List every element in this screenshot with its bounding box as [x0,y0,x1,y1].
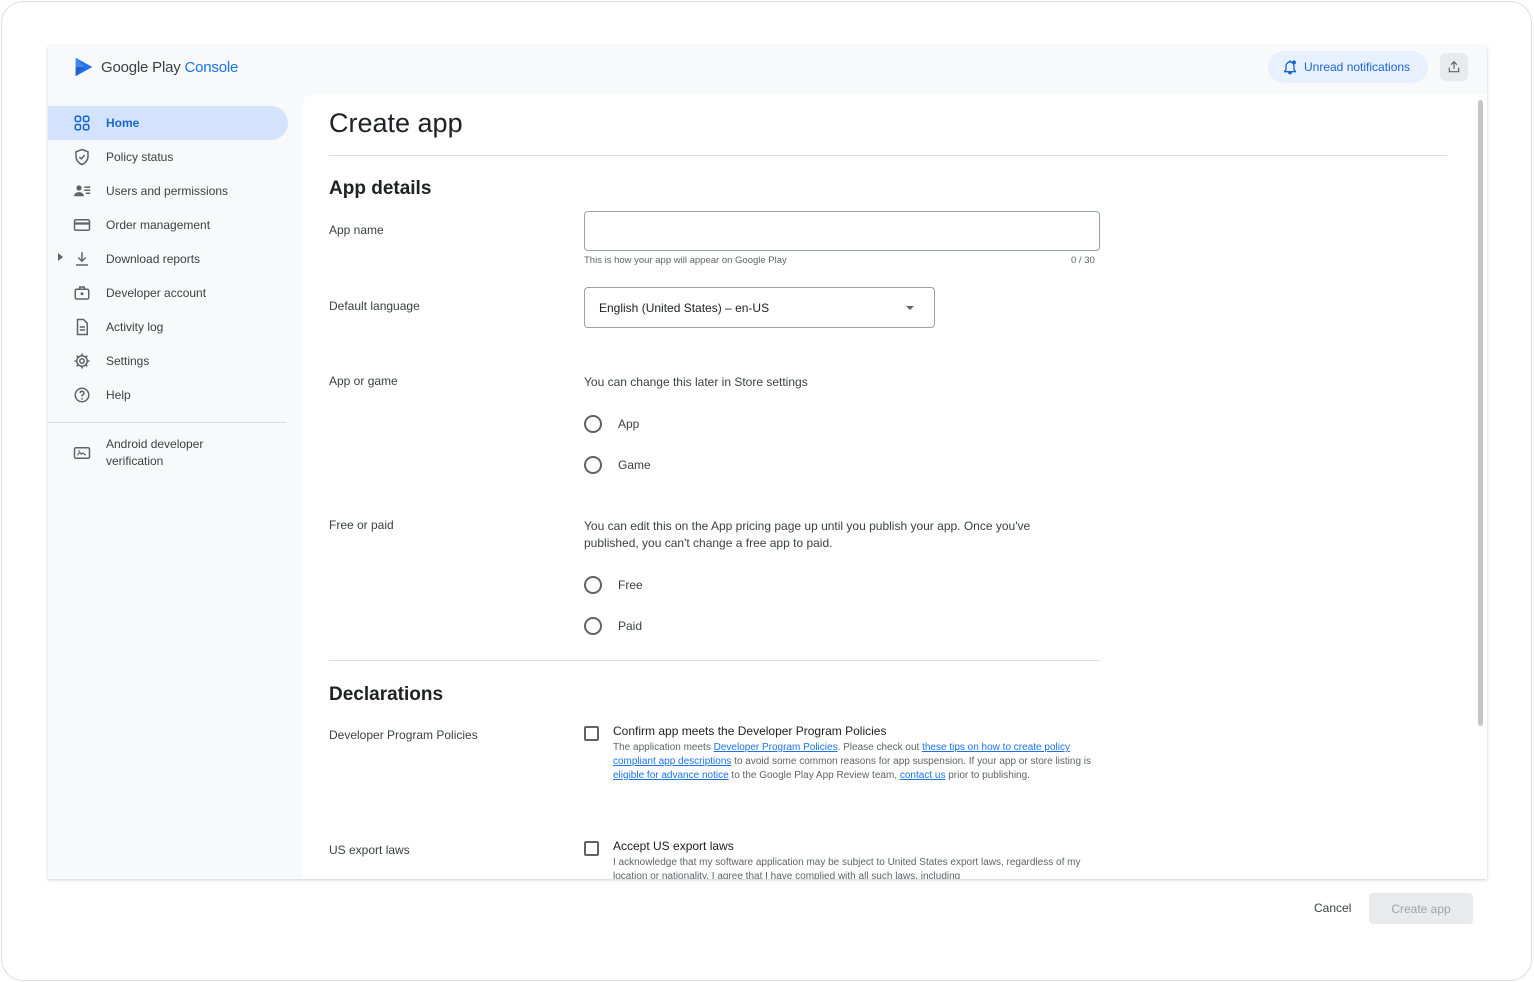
radio-circle[interactable] [584,415,602,433]
sidebar-item-settings[interactable]: Settings [48,344,288,378]
sidebar-item-download-reports[interactable]: Download reports [48,242,288,276]
app-name-helper: This is how your app will appear on Goog… [584,255,787,266]
export-laws-checkbox[interactable] [584,841,599,856]
sidebar-item-label: Settings [106,354,150,368]
radio-paid[interactable]: Paid [584,617,642,635]
share-icon [1448,60,1460,73]
contact-us-link[interactable]: contact us [900,770,946,781]
export-checkbox-row: Accept US export laws I acknowledge that… [584,839,1093,879]
radio-label: App [618,417,640,431]
app-details-heading: App details [329,178,432,199]
developer-program-policies-label: Developer Program Policies [329,728,478,742]
policies-checkbox-row: Confirm app meets the Developer Program … [584,724,1093,783]
sidebar-nav: Home Policy status Users and permissions… [48,106,288,473]
sidebar-item-policy-status[interactable]: Policy status [48,140,288,174]
sidebar-item-label: Developer account [106,286,207,300]
default-language-value: English (United States) – en-US [599,300,770,315]
export-checkbox-label: Accept US export laws [613,839,734,853]
radio-circle[interactable] [584,576,602,594]
app-name-input[interactable] [584,211,1100,251]
download-icon [73,250,91,268]
google-play-console-logo[interactable]: Google Play Console [73,56,238,78]
unread-notifications-button[interactable]: Unread notifications [1268,51,1428,83]
sidebar-item-label: Policy status [106,150,174,164]
policies-description: The application meets Developer Program … [613,742,1092,781]
vertical-scrollbar[interactable] [1478,100,1483,726]
app-or-game-label: App or game [329,374,398,388]
sidebar-item-label: Android developer verification [106,437,204,468]
advance-notice-link[interactable]: eligible for advance notice [613,770,729,781]
policies-checkbox[interactable] [584,726,599,741]
sidebar-item-help[interactable]: Help [48,378,288,412]
default-language-label: Default language [329,299,420,313]
gear-icon [73,352,91,370]
free-or-paid-label: Free or paid [329,518,394,532]
radio-app[interactable]: App [584,415,639,433]
create-app-panel: Create app App details App name This is … [302,94,1487,879]
radio-circle[interactable] [584,617,602,635]
section-divider [329,660,1101,661]
sidebar-item-label: Help [106,388,131,402]
help-icon [73,386,91,404]
brand-name: Google Play Console [101,58,239,76]
cancel-button[interactable]: Cancel [1314,901,1351,915]
title-divider [329,155,1447,156]
shield-icon [73,148,91,166]
app-name-counter: 0 / 30 [1071,255,1095,266]
credit-card-icon [73,216,91,234]
window-frame: Google Play Console Unread notifications [1,1,1532,981]
id-card-icon [73,444,91,462]
sidebar-item-activity-log[interactable]: Activity log [48,310,288,344]
document-icon [73,318,91,336]
notifications-label: Unread notifications [1304,60,1411,74]
sidebar-item-label: Home [106,116,140,130]
radio-free[interactable]: Free [584,576,643,594]
policies-checkbox-label: Confirm app meets the Developer Program … [613,724,887,738]
share-button[interactable] [1440,53,1468,81]
app-name-label: App name [329,223,384,237]
sidebar-item-order-management[interactable]: Order management [48,208,288,242]
sidebar-item-label: Order management [106,218,211,232]
us-export-laws-label: US export laws [329,843,410,857]
radio-circle[interactable] [584,456,602,474]
default-language-select[interactable]: English (United States) – en-US [584,287,935,328]
home-grid-icon [73,114,91,132]
users-icon [73,182,91,200]
sidebar-item-home[interactable]: Home [48,106,288,140]
sidebar-item-label: Download reports [106,252,201,266]
sidebar-item-label: Users and permissions [106,184,229,198]
radio-label: Paid [618,619,643,633]
play-console-app: Google Play Console Unread notifications [48,46,1487,879]
free-or-paid-hint: You can edit this on the App pricing pag… [584,519,1031,550]
sidebar-item-label: Activity log [106,320,164,334]
sidebar-item-developer-account[interactable]: Developer account [48,276,288,310]
bell-icon [1284,60,1296,75]
radio-label: Free [618,578,643,592]
radio-label: Game [618,458,651,472]
sidebar-item-android-developer-verification[interactable]: Android developer verification [48,433,288,473]
sidebar-item-users-and-permissions[interactable]: Users and permissions [48,174,288,208]
declarations-heading: Declarations [329,684,444,705]
briefcase-icon [73,284,91,302]
expand-caret-icon[interactable] [58,253,63,261]
play-console-logo-icon [75,57,93,77]
top-bar: Google Play Console Unread notifications [48,46,1487,90]
sidebar-divider [48,422,286,423]
export-description: I acknowledge that my software applicati… [613,857,1081,879]
page-title: Create app [329,108,463,138]
radio-game[interactable]: Game [584,456,651,474]
developer-program-policies-link[interactable]: Developer Program Policies [714,742,838,753]
create-app-button[interactable]: Create app [1369,893,1473,924]
app-or-game-hint: You can change this later in Store setti… [584,375,808,389]
dropdown-arrow-icon [906,306,914,310]
